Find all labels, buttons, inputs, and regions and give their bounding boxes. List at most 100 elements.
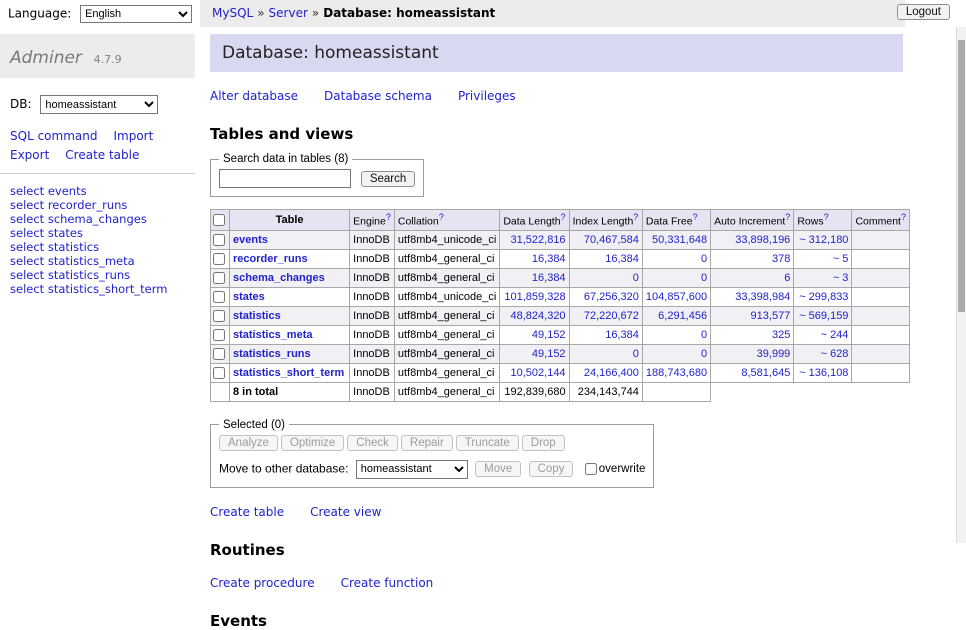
sidebar-table-link[interactable]: select events bbox=[10, 184, 185, 198]
table-name-link[interactable]: statistics bbox=[233, 310, 281, 322]
create-link[interactable]: Create table bbox=[210, 505, 284, 519]
search-input[interactable] bbox=[219, 169, 351, 188]
sidebar-table-link[interactable]: select statistics_runs bbox=[10, 268, 185, 282]
breadcrumb-link[interactable]: Server bbox=[269, 6, 308, 20]
breadcrumb-link[interactable]: MySQL bbox=[212, 6, 253, 20]
move-button[interactable]: Move bbox=[475, 461, 521, 477]
sidebar-table-link[interactable]: select recorder_runs bbox=[10, 198, 185, 212]
help-link[interactable]: ? bbox=[561, 212, 566, 222]
row-checkbox[interactable] bbox=[213, 329, 225, 341]
cell-rows-link[interactable]: ~ 5 bbox=[833, 253, 849, 265]
scrollbar[interactable] bbox=[956, 27, 966, 543]
help-link[interactable]: ? bbox=[824, 212, 829, 222]
table-name-link[interactable]: recorder_runs bbox=[233, 253, 308, 265]
cell-data-length-link[interactable]: 10,502,144 bbox=[511, 367, 566, 379]
cell-rows-link[interactable]: ~ 628 bbox=[821, 348, 849, 360]
sidebar-op-link[interactable]: Create table bbox=[65, 148, 139, 162]
help-link[interactable]: ? bbox=[693, 212, 698, 222]
row-checkbox[interactable] bbox=[213, 348, 225, 360]
language-select[interactable]: English bbox=[80, 5, 192, 23]
cell-auto-increment-link[interactable]: 913,577 bbox=[751, 310, 791, 322]
copy-button[interactable]: Copy bbox=[529, 461, 574, 477]
table-name-link[interactable]: states bbox=[233, 291, 265, 303]
row-checkbox[interactable] bbox=[213, 291, 225, 303]
optimize-button[interactable]: Optimize bbox=[281, 435, 344, 451]
cell-rows-link[interactable]: ~ 569,159 bbox=[799, 310, 848, 322]
routine-link[interactable]: Create procedure bbox=[210, 576, 315, 590]
table-name-link[interactable]: events bbox=[233, 234, 268, 246]
db-action-link[interactable]: Alter database bbox=[210, 89, 298, 103]
cell-auto-increment-link[interactable]: 33,398,984 bbox=[735, 291, 790, 303]
check-button[interactable]: Check bbox=[347, 435, 398, 451]
row-checkbox[interactable] bbox=[213, 310, 225, 322]
help-link[interactable]: ? bbox=[633, 212, 638, 222]
cell-index-length-link[interactable]: 16,384 bbox=[605, 253, 639, 265]
cell-index-length-link[interactable]: 70,467,584 bbox=[584, 234, 639, 246]
cell-auto-increment-link[interactable]: 378 bbox=[772, 253, 790, 265]
table-name-link[interactable]: schema_changes bbox=[233, 272, 325, 284]
sidebar-table-link[interactable]: select statistics_short_term bbox=[10, 282, 185, 296]
cell-auto-increment-link[interactable]: 6 bbox=[784, 272, 790, 284]
cell-data-length-link[interactable]: 49,152 bbox=[532, 329, 566, 341]
help-link[interactable]: ? bbox=[439, 212, 444, 222]
create-link[interactable]: Create view bbox=[310, 505, 381, 519]
table-name-link[interactable]: statistics_meta bbox=[233, 329, 313, 341]
cell-data-length-link[interactable]: 101,859,328 bbox=[504, 291, 565, 303]
help-link[interactable]: ? bbox=[386, 212, 391, 222]
truncate-button[interactable]: Truncate bbox=[456, 435, 519, 451]
cell-auto-increment-link[interactable]: 33,898,196 bbox=[735, 234, 790, 246]
cell-data-free-link[interactable]: 6,291,456 bbox=[658, 310, 707, 322]
sidebar-table-link[interactable]: select schema_changes bbox=[10, 212, 185, 226]
row-checkbox[interactable] bbox=[213, 234, 225, 246]
cell-rows-link[interactable]: ~ 3 bbox=[833, 272, 849, 284]
table-name-link[interactable]: statistics_short_term bbox=[233, 367, 344, 379]
cell-index-length-link[interactable]: 67,256,320 bbox=[584, 291, 639, 303]
db-action-link[interactable]: Database schema bbox=[324, 89, 432, 103]
cell-index-length-link[interactable]: 24,166,400 bbox=[584, 367, 639, 379]
sidebar-table-link[interactable]: select statistics_meta bbox=[10, 254, 185, 268]
cell-index-length-link[interactable]: 0 bbox=[633, 272, 639, 284]
cell-auto-increment-link[interactable]: 39,999 bbox=[757, 348, 791, 360]
sidebar-op-link[interactable]: SQL command bbox=[10, 129, 97, 143]
cell-data-free-link[interactable]: 188,743,680 bbox=[646, 367, 707, 379]
help-link[interactable]: ? bbox=[785, 212, 790, 222]
cell-data-free-link[interactable]: 0 bbox=[701, 348, 707, 360]
table-name-link[interactable]: statistics_runs bbox=[233, 348, 311, 360]
cell-data-length-link[interactable]: 49,152 bbox=[532, 348, 566, 360]
db-select[interactable]: homeassistant bbox=[40, 95, 158, 114]
cell-rows-link[interactable]: ~ 312,180 bbox=[799, 234, 848, 246]
cell-index-length-link[interactable]: 72,220,672 bbox=[584, 310, 639, 322]
cell-rows-link[interactable]: ~ 299,833 bbox=[799, 291, 848, 303]
cell-data-free-link[interactable]: 0 bbox=[701, 272, 707, 284]
help-link[interactable]: ? bbox=[901, 212, 906, 222]
sidebar-table-link[interactable]: select statistics bbox=[10, 240, 185, 254]
routine-link[interactable]: Create function bbox=[341, 576, 434, 590]
move-db-select[interactable]: homeassistant bbox=[356, 460, 468, 479]
cell-data-length-link[interactable]: 31,522,816 bbox=[511, 234, 566, 246]
cell-index-length-link[interactable]: 0 bbox=[633, 348, 639, 360]
cell-index-length-link[interactable]: 16,384 bbox=[605, 329, 639, 341]
cell-data-free-link[interactable]: 104,857,600 bbox=[646, 291, 707, 303]
analyze-button[interactable]: Analyze bbox=[219, 435, 278, 451]
cell-data-length-link[interactable]: 16,384 bbox=[532, 272, 566, 284]
search-button[interactable]: Search bbox=[361, 171, 415, 187]
row-checkbox[interactable] bbox=[213, 253, 225, 265]
cell-auto-increment-link[interactable]: 8,581,645 bbox=[741, 367, 790, 379]
cell-auto-increment-link[interactable]: 325 bbox=[772, 329, 790, 341]
logout-button[interactable]: Logout bbox=[897, 4, 950, 20]
cell-data-free-link[interactable]: 50,331,648 bbox=[652, 234, 707, 246]
drop-button[interactable]: Drop bbox=[522, 435, 565, 451]
cell-data-free-link[interactable]: 0 bbox=[701, 253, 707, 265]
cell-data-length-link[interactable]: 48,824,320 bbox=[511, 310, 566, 322]
repair-button[interactable]: Repair bbox=[401, 435, 453, 451]
cell-data-length-link[interactable]: 16,384 bbox=[532, 253, 566, 265]
cell-rows-link[interactable]: ~ 244 bbox=[821, 329, 849, 341]
scrollbar-thumb[interactable] bbox=[958, 40, 965, 312]
cell-data-free-link[interactable]: 0 bbox=[701, 329, 707, 341]
db-action-link[interactable]: Privileges bbox=[458, 89, 516, 103]
sidebar-table-link[interactable]: select states bbox=[10, 226, 185, 240]
row-checkbox[interactable] bbox=[213, 272, 225, 284]
sidebar-op-link[interactable]: Export bbox=[10, 148, 49, 162]
cell-rows-link[interactable]: ~ 136,108 bbox=[799, 367, 848, 379]
row-checkbox[interactable] bbox=[213, 367, 225, 379]
